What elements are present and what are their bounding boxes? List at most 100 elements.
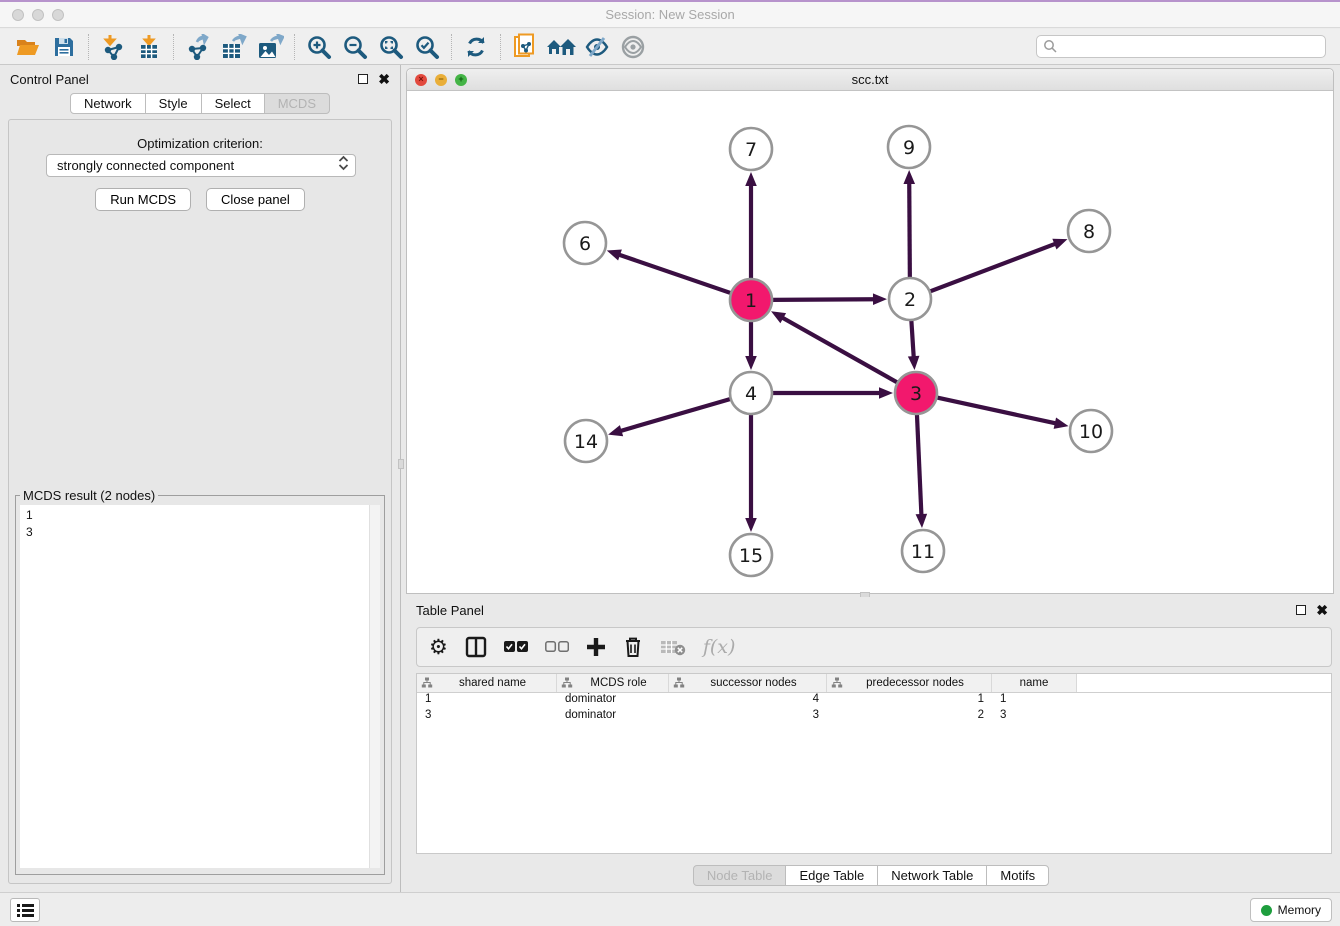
delete-column-icon[interactable] (623, 633, 643, 661)
new-network-icon[interactable] (507, 32, 543, 62)
mcds-result-title: MCDS result (2 nodes) (20, 488, 158, 503)
maximize-window-button[interactable] (52, 9, 64, 21)
graph-node-label-10: 10 (1079, 421, 1103, 443)
table-cell[interactable]: 1 (992, 693, 1077, 709)
clear-table-icon[interactable] (660, 633, 686, 661)
table-row[interactable]: 3dominator323 (417, 709, 1331, 725)
graph-node-label-9: 9 (903, 137, 915, 159)
column-header-name[interactable]: name (992, 674, 1077, 692)
graph-edge-2-3[interactable] (911, 320, 913, 358)
table-row[interactable]: 1dominator411 (417, 693, 1331, 709)
network-minimize-button[interactable]: − (435, 74, 447, 86)
minimize-window-button[interactable] (32, 9, 44, 21)
show-columns-icon[interactable] (465, 633, 487, 661)
add-column-icon[interactable] (586, 633, 606, 661)
tab-mcds[interactable]: MCDS (264, 93, 330, 114)
zoom-fit-icon[interactable] (373, 32, 409, 62)
graph-node-label-3: 3 (910, 383, 922, 405)
table-cell[interactable]: dominator (557, 709, 669, 725)
float-table-panel-icon[interactable] (1296, 605, 1306, 615)
float-panel-icon[interactable] (358, 74, 368, 84)
network-maximize-button[interactable]: + (455, 74, 467, 86)
export-network-icon[interactable] (180, 32, 216, 62)
tab-network[interactable]: Network (70, 93, 146, 114)
close-window-button[interactable] (12, 9, 24, 21)
graph-edge-1-2[interactable] (772, 299, 875, 300)
tab-select[interactable]: Select (201, 93, 265, 114)
memory-status-icon (1261, 905, 1272, 916)
tab-node-table[interactable]: Node Table (693, 865, 787, 886)
table-cell[interactable]: 4 (669, 693, 827, 709)
graph-edge-2-8[interactable] (930, 243, 1057, 291)
table-cell[interactable]: dominator (557, 693, 669, 709)
zoom-selected-icon[interactable] (409, 32, 445, 62)
open-session-icon[interactable] (10, 32, 46, 62)
table-body: 1dominator4113dominator323 (417, 693, 1331, 725)
save-session-icon[interactable] (46, 32, 82, 62)
tab-edge-table[interactable]: Edge Table (785, 865, 878, 886)
column-header-shared-name[interactable]: shared name (417, 674, 557, 692)
table-cell[interactable]: 1 (417, 693, 557, 709)
table-cell[interactable]: 3 (417, 709, 557, 725)
mcds-panel: Optimization criterion: strongly connect… (8, 119, 392, 884)
graph-node-label-7: 7 (745, 139, 757, 161)
export-table-icon[interactable] (216, 32, 252, 62)
column-header-predecessor-nodes[interactable]: predecessor nodes (827, 674, 992, 692)
tab-network-table[interactable]: Network Table (877, 865, 987, 886)
column-header-successor-nodes[interactable]: successor nodes (669, 674, 827, 692)
home-icon[interactable] (543, 32, 579, 62)
table-tabs: Node TableEdge TableNetwork TableMotifs (402, 865, 1340, 886)
close-panel-button[interactable]: Close panel (206, 188, 305, 211)
optimization-criterion-dropdown[interactable]: strongly connected component (46, 154, 356, 177)
zoom-out-icon[interactable] (337, 32, 373, 62)
import-table-icon[interactable] (131, 32, 167, 62)
column-tree-icon (831, 677, 843, 689)
deselect-all-icon[interactable] (545, 633, 569, 661)
graph-edge-arrowhead (873, 293, 887, 305)
run-mcds-button[interactable]: Run MCDS (95, 188, 191, 211)
table-cell[interactable]: 1 (827, 693, 992, 709)
graph-edge-4-14[interactable] (620, 399, 731, 431)
apply-layout-icon[interactable] (458, 32, 494, 62)
graph-node-label-15: 15 (739, 545, 763, 567)
close-panel-icon[interactable]: ✖ (378, 74, 390, 84)
graph-node-label-11: 11 (911, 541, 935, 563)
search-input[interactable] (1036, 35, 1326, 58)
search-container (1036, 35, 1326, 58)
graph-edge-3-11[interactable] (917, 414, 922, 516)
graph-edge-1-6[interactable] (618, 254, 731, 293)
network-close-button[interactable]: × (415, 74, 427, 86)
graph-edge-arrowhead (916, 514, 928, 528)
select-all-icon[interactable] (504, 633, 528, 661)
table-cell[interactable]: 2 (827, 709, 992, 725)
function-builder-icon[interactable]: f(x) (703, 633, 736, 661)
toolbar-separator (294, 34, 295, 60)
result-scrollbar[interactable] (369, 505, 380, 868)
toolbar-separator (451, 34, 452, 60)
task-history-button[interactable] (10, 898, 40, 922)
tab-style[interactable]: Style (145, 93, 202, 114)
network-window-title: scc.txt (407, 69, 1333, 90)
graph-edge-2-9[interactable] (909, 182, 910, 278)
column-header-MCDS-role[interactable]: MCDS role (557, 674, 669, 692)
graph-edge-arrowhead (608, 425, 623, 436)
network-graph[interactable]: 7968124314101511 (407, 91, 1333, 593)
memory-button[interactable]: Memory (1250, 898, 1332, 922)
graph-node-label-6: 6 (579, 233, 591, 255)
column-tree-icon (561, 677, 573, 689)
export-image-icon[interactable] (252, 32, 288, 62)
network-canvas[interactable]: 7968124314101511 (407, 91, 1333, 593)
graph-edge-3-10[interactable] (937, 397, 1057, 423)
table-cell[interactable]: 3 (992, 709, 1077, 725)
close-table-panel-icon[interactable]: ✖ (1316, 605, 1328, 615)
table-cell[interactable]: 3 (669, 709, 827, 725)
hide-graphics-details-icon[interactable] (579, 32, 615, 62)
control-panel-tabs: NetworkStyleSelectMCDS (0, 93, 400, 114)
window-controls (12, 9, 64, 21)
tab-motifs[interactable]: Motifs (986, 865, 1049, 886)
table-options-icon[interactable]: ⚙ (429, 633, 448, 661)
zoom-in-icon[interactable] (301, 32, 337, 62)
show-graphics-details-icon[interactable] (615, 32, 651, 62)
import-network-icon[interactable] (95, 32, 131, 62)
graph-edge-3-1[interactable] (781, 317, 897, 383)
